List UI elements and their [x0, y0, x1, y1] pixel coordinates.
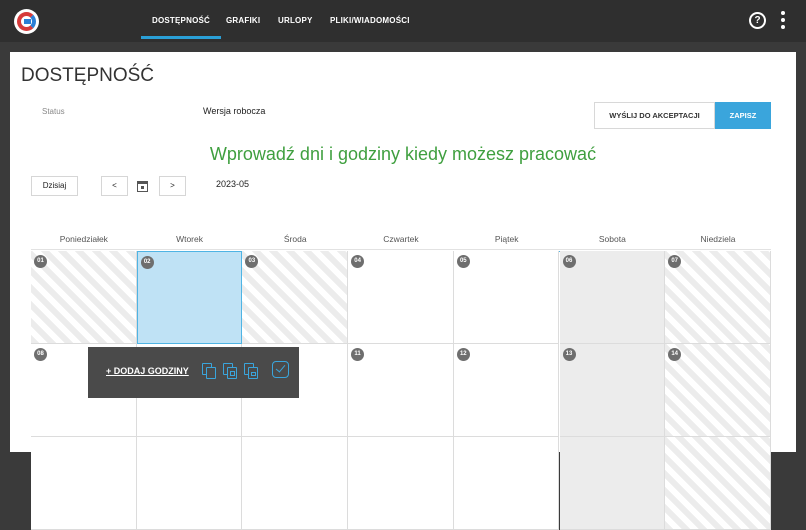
day-number-badge: 06 [562, 255, 576, 268]
app-logo[interactable] [14, 9, 39, 34]
help-icon[interactable]: ? [749, 12, 766, 29]
day-number-badge: 02 [140, 256, 154, 269]
calendar-day-cell[interactable] [559, 437, 666, 530]
weekday-label: Wtorek [176, 234, 203, 244]
calendar-day-cell[interactable]: 01 [31, 251, 137, 344]
weekday-header: Poniedziałek Wtorek Środa Czwartek Piąte… [31, 234, 771, 250]
page-title: DOSTĘPNOŚĆ [21, 65, 155, 86]
status-label: Status [42, 107, 65, 116]
calendar-icon[interactable] [137, 179, 149, 192]
confirm-check-icon[interactable] [272, 361, 289, 378]
day-actions-popup: + DODAJ GODZINY [88, 347, 299, 398]
calendar-day-cell[interactable] [453, 437, 560, 530]
weekday-label: Czwartek [383, 234, 419, 244]
day-number-badge: 07 [668, 255, 682, 268]
day-number-badge: 01 [34, 255, 47, 268]
weekday-label: Środa [283, 234, 307, 244]
calendar-day-cell[interactable] [136, 437, 243, 530]
calendar-day-cell[interactable] [665, 437, 771, 530]
weekday-label: Niedziela [700, 234, 736, 244]
day-number-badge: 05 [456, 255, 470, 268]
calendar-day-cell[interactable]: 14 [665, 344, 771, 437]
calendar-day-cell[interactable] [348, 437, 454, 530]
calendar-day-cell[interactable] [31, 437, 137, 530]
weekday-label: Poniedziałek [59, 234, 108, 244]
paste-icon[interactable] [244, 363, 259, 379]
kebab-menu-icon[interactable] [781, 11, 785, 31]
nav-item-grafiki[interactable]: GRAFIKI [226, 0, 260, 42]
day-number-badge: 04 [351, 255, 365, 268]
calendar-day-cell[interactable]: 03 [242, 251, 349, 344]
day-number-badge: 14 [668, 348, 682, 361]
current-month: 2023-05 [216, 179, 250, 189]
nav-item-urlopy[interactable]: URLOPY [278, 0, 313, 42]
instruction-headline: Wprowadź dni i godziny kiedy możesz prac… [209, 144, 597, 164]
next-month-button[interactable]: > [159, 176, 186, 196]
calendar-day-cell[interactable]: 05 [453, 251, 560, 344]
add-hours-link[interactable]: + DODAJ GODZINY [106, 366, 189, 376]
weekday-label: Sobota [598, 234, 626, 244]
calendar-day-cell[interactable]: 13 [559, 344, 666, 437]
availability-card: DOSTĘPNOŚĆ Status Wersja robocza WYŚLIJ … [10, 52, 796, 530]
day-number-badge: 11 [351, 348, 365, 361]
prev-month-button[interactable]: < [101, 176, 128, 196]
day-number-badge: 03 [245, 255, 259, 268]
status-value: Wersja robocza [203, 106, 266, 116]
calendar-day-cell[interactable]: 07 [665, 251, 771, 344]
calendar-day-cell[interactable] [242, 437, 349, 530]
top-navigation-bar: DOSTĘPNOŚĆ GRAFIKI URLOPY PLIKI/WIADOMOŚ… [0, 0, 806, 42]
copy-icon[interactable] [202, 363, 217, 379]
calendar-day-cell[interactable]: 11 [348, 344, 454, 437]
calendar-day-cell[interactable]: 12 [453, 344, 560, 437]
nav-item-pliki-wiadomosci[interactable]: PLIKI/WIADOMOŚCI [330, 0, 410, 42]
calendar-day-cell[interactable]: 06 [559, 251, 666, 344]
calendar-day-cell[interactable]: 02 [136, 251, 243, 344]
send-for-approval-button[interactable]: WYŚLIJ DO AKCEPTACJI [594, 102, 715, 129]
day-number-badge: 12 [456, 348, 470, 361]
day-number-badge: 13 [562, 348, 576, 361]
calendar-day-cell[interactable]: 04 [348, 251, 454, 344]
weekday-label: Piątek [494, 234, 519, 244]
save-button[interactable]: ZAPISZ [715, 102, 771, 129]
today-button[interactable]: Dzisiaj [31, 176, 78, 196]
copy-week-icon[interactable] [223, 363, 238, 379]
nav-item-dostepnosc[interactable]: DOSTĘPNOŚĆ [140, 0, 222, 42]
day-number-badge: 08 [34, 348, 47, 361]
